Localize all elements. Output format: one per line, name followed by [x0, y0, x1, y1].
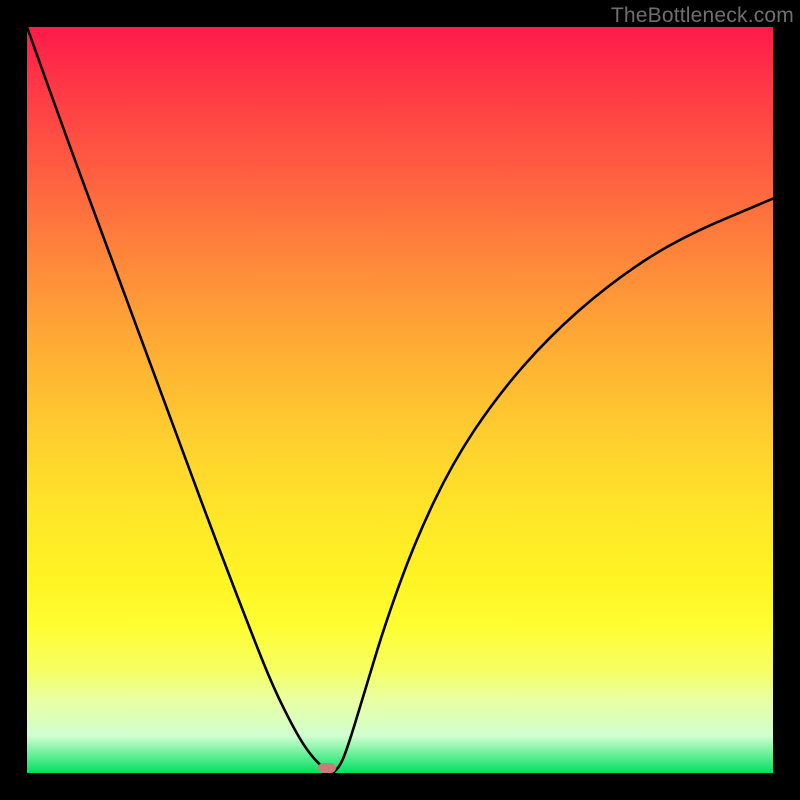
chart-root: TheBottleneck.com [0, 0, 800, 800]
plot-area [27, 27, 773, 773]
minimum-marker [318, 763, 336, 773]
curve-svg [27, 27, 773, 773]
watermark-text: TheBottleneck.com [611, 4, 794, 28]
bottleneck-curve [27, 27, 773, 773]
